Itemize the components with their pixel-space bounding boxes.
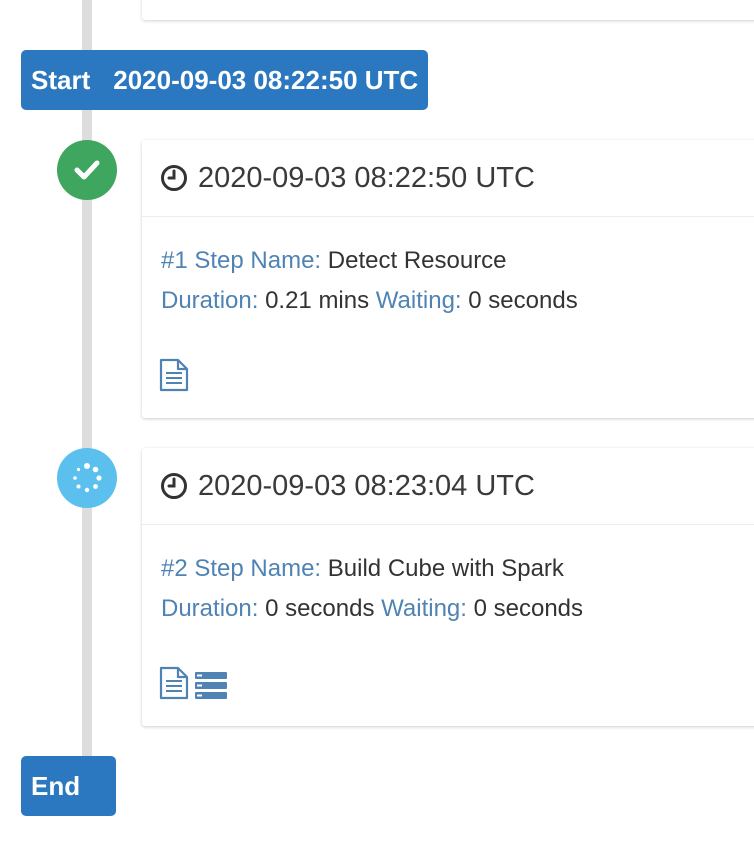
- waiting-value: 0 seconds: [468, 287, 578, 314]
- previous-card-edge: [142, 0, 754, 20]
- step-duration-row: Duration: 0 seconds Waiting: 0 seconds: [161, 589, 754, 629]
- step-card-body: #1 Step Name: Detect Resource Duration: …: [142, 217, 754, 321]
- step-name-row: #1 Step Name: Detect Resource: [161, 241, 754, 281]
- check-icon: [74, 160, 100, 180]
- step-status-success: [57, 140, 117, 200]
- step-card: 2020-09-03 08:23:04 UTC #2 Step Name: Bu…: [142, 448, 754, 726]
- waiting-label: Waiting:: [375, 287, 462, 314]
- step-name-label: Step Name:: [194, 555, 322, 582]
- document-icon[interactable]: [159, 358, 189, 392]
- step-name-row: #2 Step Name: Build Cube with Spark: [161, 549, 754, 589]
- step-action-icons: [159, 666, 227, 700]
- step-card: 2020-09-03 08:22:50 UTC #1 Step Name: De…: [142, 140, 754, 418]
- start-time: 2020-09-03 08:22:50 UTC: [113, 64, 419, 95]
- clock-icon: [161, 473, 187, 499]
- spinner-icon: [73, 463, 102, 493]
- waiting-value: 0 seconds: [473, 595, 584, 622]
- document-icon[interactable]: [159, 666, 189, 700]
- step-duration-row: Duration: 0.21 mins Waiting: 0 seconds: [161, 281, 754, 321]
- step-number: #2: [161, 555, 188, 582]
- step-card-body: #2 Step Name: Build Cube with Spark Dura…: [142, 525, 754, 629]
- duration-value: 0.21 mins: [265, 287, 370, 314]
- step-number: #1: [161, 247, 188, 274]
- timeline-end-badge: End: [21, 756, 116, 816]
- step-timestamp: 2020-09-03 08:22:50 UTC: [198, 161, 535, 194]
- server-icon[interactable]: [195, 672, 227, 700]
- duration-label: Duration:: [161, 287, 259, 314]
- step-card-header: 2020-09-03 08:22:50 UTC: [142, 140, 754, 217]
- step-name-value: Detect Resource: [327, 247, 507, 274]
- step-action-icons: [159, 358, 189, 392]
- duration-value: 0 seconds: [265, 595, 375, 622]
- end-label: End: [31, 770, 81, 801]
- timeline-line: [82, 0, 92, 760]
- start-label: Start: [31, 64, 91, 95]
- job-step-timeline: Start 2020-09-03 08:22:50 UTC 2020-09-03…: [0, 0, 754, 858]
- step-card-header: 2020-09-03 08:23:04 UTC: [142, 448, 754, 525]
- step-status-running: [57, 448, 117, 508]
- clock-icon: [161, 165, 187, 191]
- waiting-label: Waiting:: [381, 595, 467, 622]
- step-name-label: Step Name:: [194, 247, 322, 274]
- step-timestamp: 2020-09-03 08:23:04 UTC: [198, 469, 535, 502]
- duration-label: Duration:: [161, 595, 259, 622]
- step-name-value: Build Cube with Spark: [327, 555, 564, 582]
- timeline-start-badge: Start 2020-09-03 08:22:50 UTC: [21, 50, 429, 110]
